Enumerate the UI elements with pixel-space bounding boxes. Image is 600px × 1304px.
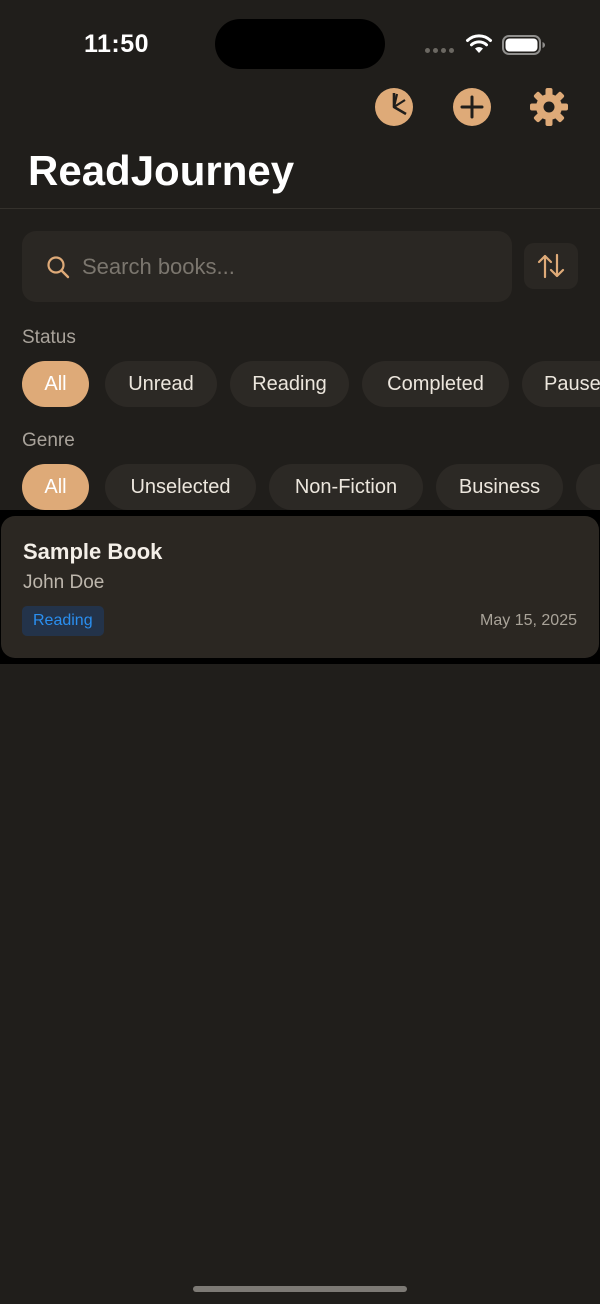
sort-button[interactable]	[524, 243, 578, 289]
status-badge: Reading	[22, 606, 104, 636]
dynamic-island	[215, 19, 385, 69]
divider	[0, 208, 600, 209]
sort-arrows-icon	[537, 253, 565, 279]
cellular-signal-icon	[425, 48, 454, 53]
status-chip-unread[interactable]: Unread	[105, 361, 217, 407]
book-author: John Doe	[23, 572, 105, 593]
book-date: May 15, 2025	[480, 612, 577, 629]
book-title: Sample Book	[23, 539, 163, 564]
status-chip-paused[interactable]: Paused	[522, 361, 600, 407]
status-chip-all[interactable]: All	[22, 361, 89, 407]
book-card[interactable]: Sample Book John Doe Reading May 15, 202…	[1, 516, 599, 658]
search-icon	[47, 256, 70, 279]
battery-icon	[502, 35, 545, 55]
genre-chip-unselected[interactable]: Unselected	[105, 464, 256, 510]
genre-chip-business[interactable]: Business	[436, 464, 563, 510]
genre-filter-row: All Unselected Non-Fiction Business	[22, 464, 600, 512]
plus-circle-icon[interactable]	[452, 87, 492, 127]
genre-filter-label: Genre	[22, 430, 75, 451]
search-bar[interactable]	[22, 231, 512, 302]
status-filter-row: All Unread Reading Completed Paused	[22, 361, 600, 409]
gear-icon[interactable]	[529, 87, 569, 127]
search-input[interactable]	[82, 231, 492, 302]
pie-chart-icon[interactable]	[374, 87, 414, 127]
status-chip-completed[interactable]: Completed	[362, 361, 509, 407]
genre-chip-non-fiction[interactable]: Non-Fiction	[269, 464, 423, 510]
status-bar: 11:50	[0, 0, 600, 90]
page-title: ReadJourney	[28, 147, 295, 194]
status-chip-reading[interactable]: Reading	[230, 361, 349, 407]
genre-chip-more[interactable]	[576, 464, 600, 510]
status-time: 11:50	[84, 30, 150, 58]
home-indicator[interactable]	[193, 1286, 407, 1292]
genre-chip-all[interactable]: All	[22, 464, 89, 510]
wifi-icon	[466, 34, 492, 53]
status-filter-label: Status	[22, 327, 76, 348]
